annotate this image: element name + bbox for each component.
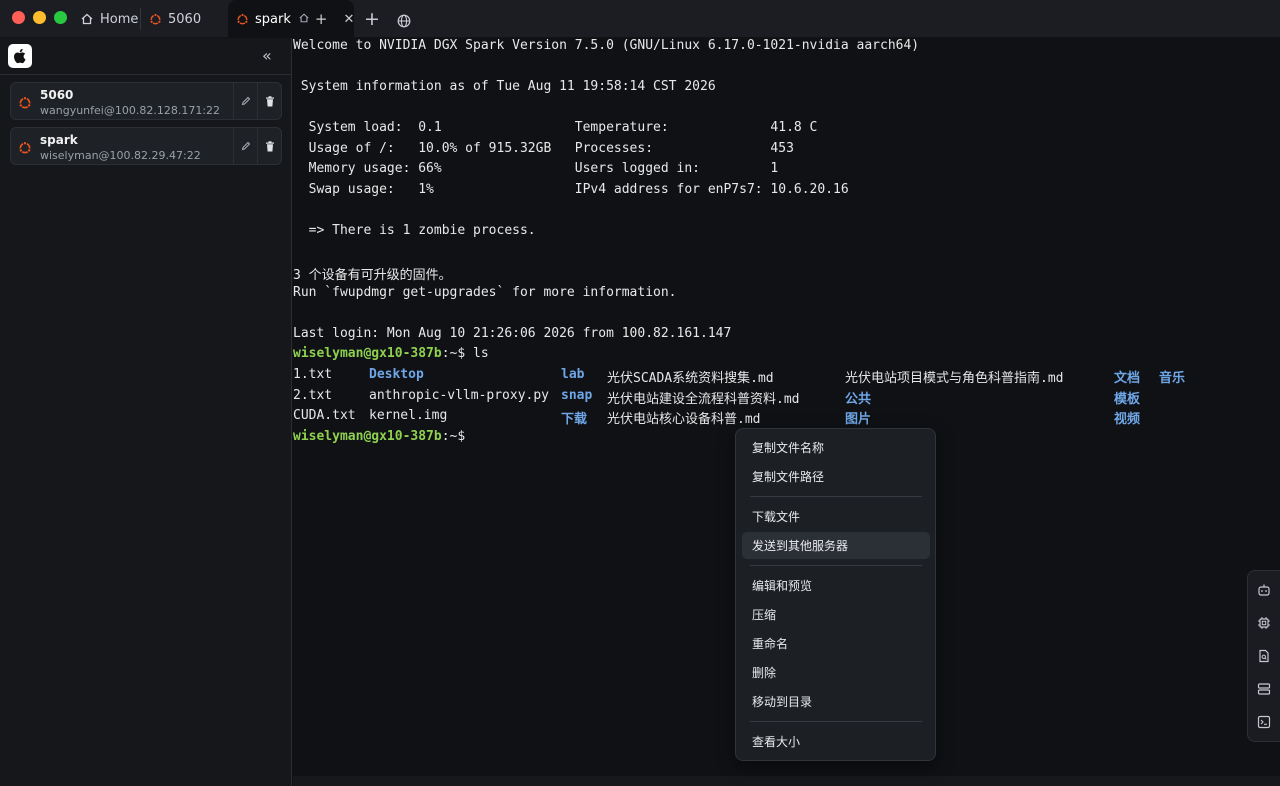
minimize-window-button[interactable] [33, 11, 46, 24]
menu-item-compress[interactable]: 压缩 [742, 601, 930, 628]
tab-home-label: Home [100, 11, 139, 27]
ls-dir[interactable]: 图片 [845, 408, 871, 427]
command-text: ls [473, 346, 489, 361]
terminal-line: Run `fwupdmgr get-upgrades` for more inf… [293, 285, 677, 300]
title-bar: Home 5060 spark + ✕ + [0, 0, 1280, 38]
terminal-line: System information as of Tue Aug 11 19:5… [293, 79, 716, 94]
menu-divider [750, 496, 922, 497]
trash-icon [265, 95, 274, 106]
ls-dir[interactable]: snap [561, 388, 592, 403]
terminal-line: Memory usage: 66% Users logged in: 1 [293, 161, 779, 176]
menu-item-rename[interactable]: 重命名 [742, 630, 930, 657]
host-address: wangyunfei@100.82.128.171:22 [40, 104, 221, 117]
ls-file: 1.txt [293, 367, 333, 382]
terminal-line: Swap usage: 1% IPv4 address for enP7s7: … [293, 182, 849, 197]
delete-host-button[interactable] [257, 83, 281, 119]
menu-divider [750, 721, 922, 722]
prompt-user-host: wiselyman@gx10-387b [293, 429, 442, 444]
terminal-line: => There is 1 zombie process. [293, 223, 536, 238]
ls-file: kernel.img [369, 408, 448, 423]
close-tab-icon[interactable]: ✕ [343, 12, 354, 27]
new-tab-button[interactable]: + [364, 8, 380, 30]
home-icon[interactable] [299, 13, 309, 26]
home-icon [80, 12, 94, 26]
robot-icon[interactable] [1255, 581, 1273, 599]
ls-file: 2.txt [293, 388, 333, 403]
host-name: spark [40, 133, 78, 147]
ls-file[interactable]: 光伏SCADA系统资料搜集.md [607, 367, 774, 386]
menu-item-copy-path[interactable]: 复制文件路径 [742, 463, 930, 490]
prompt-suffix: :~$ [441, 346, 474, 361]
right-tool-dock [1247, 570, 1280, 742]
terminal-icon[interactable] [1255, 713, 1273, 731]
ubuntu-icon [18, 140, 32, 159]
menu-divider [750, 565, 922, 566]
ls-dir[interactable]: 公共 [845, 388, 871, 407]
prompt-suffix: :~$ [441, 429, 474, 444]
globe-icon[interactable] [397, 13, 411, 32]
file-context-menu: 复制文件名称 复制文件路径 下载文件 发送到其他服务器 编辑和预览 压缩 重命名… [735, 428, 936, 761]
host-item-5060[interactable]: 5060 wangyunfei@100.82.128.171:22 [10, 82, 282, 120]
menu-item-copy-name[interactable]: 复制文件名称 [742, 434, 930, 461]
ls-dir[interactable]: 下载 [561, 408, 587, 427]
close-window-button[interactable] [12, 11, 25, 24]
maximize-window-button[interactable] [54, 11, 67, 24]
tab-spark[interactable]: spark + ✕ [228, 0, 354, 38]
host-name: 5060 [40, 88, 74, 102]
terminal-line: Usage of /: 10.0% of 915.32GB Processes:… [293, 141, 794, 156]
host-address: wiselyman@100.82.29.47:22 [40, 149, 201, 162]
apple-icon[interactable] [8, 44, 32, 68]
menu-item-move-to-directory[interactable]: 移动到目录 [742, 688, 930, 715]
sidebar-divider [0, 74, 292, 75]
ubuntu-icon [236, 12, 249, 26]
prompt-line: wiselyman@gx10-387b:~$ ls [293, 346, 489, 366]
ls-file[interactable]: 光伏电站建设全流程科普资料.md [607, 388, 799, 407]
ls-dir[interactable]: 视频 [1114, 408, 1140, 427]
menu-item-view-size[interactable]: 查看大小 [742, 728, 930, 755]
tab-5060[interactable]: 5060 [148, 0, 201, 38]
plus-icon[interactable]: + [315, 10, 328, 28]
ubuntu-icon [18, 95, 32, 114]
ls-file[interactable]: 光伏电站项目模式与角色科普指南.md [845, 367, 1063, 386]
menu-item-edit-preview[interactable]: 编辑和预览 [742, 572, 930, 599]
menu-item-download[interactable]: 下载文件 [742, 503, 930, 530]
collapse-sidebar-icon[interactable]: « [262, 46, 272, 65]
tab-5060-label: 5060 [168, 11, 202, 27]
prompt-user-host: wiselyman@gx10-387b [293, 346, 442, 361]
edit-host-button[interactable] [233, 83, 257, 119]
pencil-icon [241, 141, 250, 151]
edit-host-button[interactable] [233, 128, 257, 164]
menu-item-send-to-server[interactable]: 发送到其他服务器 [742, 532, 930, 559]
ls-dir[interactable]: 音乐 [1159, 367, 1185, 386]
ls-file[interactable]: 光伏电站核心设备科普.md [607, 408, 760, 427]
sidebar: « 5060 wangyunfei@100.82.128.171:22 spar… [0, 38, 292, 786]
terminal-scrollbar-track[interactable] [293, 776, 1280, 786]
delete-host-button[interactable] [257, 128, 281, 164]
prompt-line: wiselyman@gx10-387b:~$ [293, 429, 473, 449]
ls-dir[interactable]: lab [561, 367, 584, 382]
pencil-icon [241, 96, 250, 106]
file-search-icon[interactable] [1255, 647, 1273, 665]
terminal-line: 3 个设备有可升级的固件。 [293, 268, 452, 283]
ls-file: anthropic-vllm-proxy.py [369, 388, 550, 403]
ls-dir[interactable]: 模板 [1114, 388, 1140, 407]
menu-item-delete[interactable]: 删除 [742, 659, 930, 686]
ubuntu-icon [148, 12, 162, 26]
cpu-icon[interactable] [1255, 614, 1273, 632]
terminal-line: System load: 0.1 Temperature: 41.8 C [293, 120, 818, 135]
tab-divider [140, 8, 141, 30]
ls-dir[interactable]: 文档 [1114, 367, 1140, 386]
server-icon[interactable] [1255, 680, 1273, 698]
ls-file: CUDA.txt [293, 408, 356, 423]
host-item-spark[interactable]: spark wiselyman@100.82.29.47:22 [10, 127, 282, 165]
terminal-line: Welcome to NVIDIA DGX Spark Version 7.5.… [293, 38, 920, 53]
tab-home[interactable]: Home [80, 0, 138, 38]
trash-icon [265, 140, 274, 151]
tab-spark-label: spark [255, 11, 291, 27]
ls-dir[interactable]: Desktop [369, 367, 424, 382]
terminal-line: Last login: Mon Aug 10 21:26:06 2026 fro… [293, 326, 732, 341]
